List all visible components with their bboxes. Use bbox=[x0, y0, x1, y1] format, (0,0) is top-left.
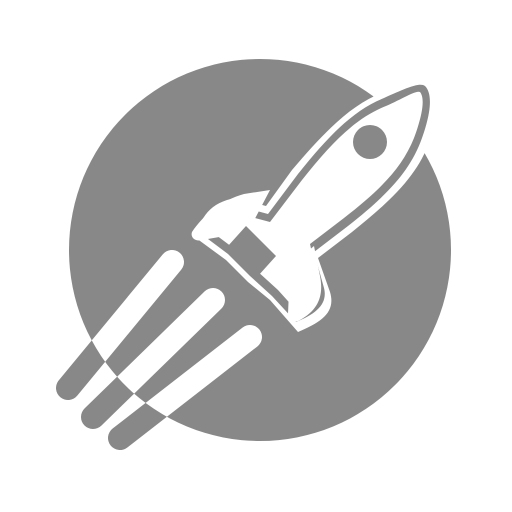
rocket-planet-icon bbox=[0, 0, 512, 512]
rocket-window bbox=[353, 125, 387, 159]
